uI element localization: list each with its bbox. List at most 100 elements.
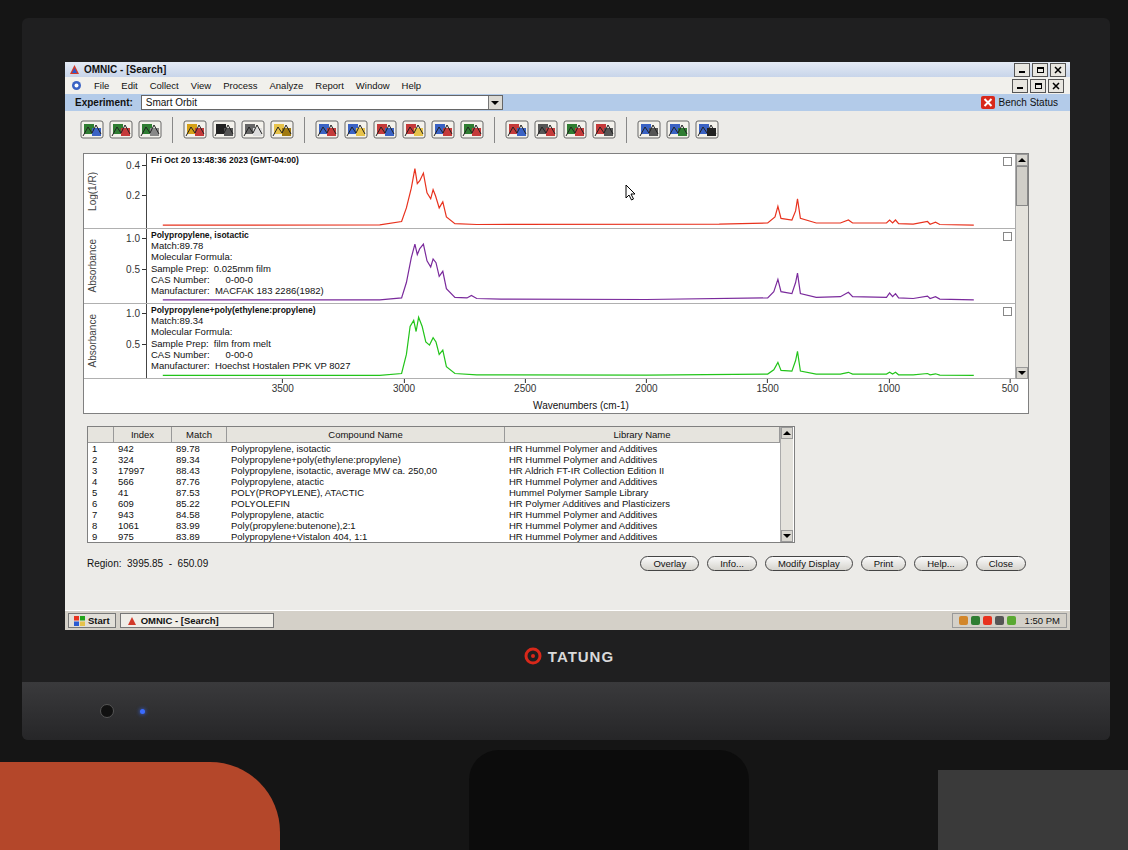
restore-button[interactable] <box>1032 63 1048 77</box>
collect-sample-icon[interactable] <box>79 118 105 142</box>
monitor-chin: TATUNG <box>22 630 1110 682</box>
library-search-icon[interactable] <box>533 118 559 142</box>
scroll-thumb[interactable] <box>1016 166 1028 206</box>
dialog-button[interactable]: Modify Display <box>765 556 853 571</box>
baseline-icon[interactable] <box>372 118 398 142</box>
x-tick: 3500 <box>272 379 294 394</box>
spectrum-pane[interactable]: Absorbance1.00.5Polypropylene+poly(ethyl… <box>84 304 1015 379</box>
child-minimize-button[interactable] <box>1012 79 1028 93</box>
spectrum-pane[interactable]: Absorbance1.00.5Polypropylene, isotactic… <box>84 229 1015 304</box>
table-row[interactable]: 194289.78Polypropylene, isotacticHR Humm… <box>88 443 780 454</box>
open-icon[interactable] <box>182 118 208 142</box>
pane-info-line: Molecular Formula: <box>151 251 324 262</box>
qcheck-icon[interactable] <box>562 118 588 142</box>
plot-area: Polypropylene, isotacticMatch:89.78Molec… <box>146 229 1015 303</box>
close-button[interactable] <box>1050 63 1066 77</box>
menu-item[interactable]: Report <box>315 80 344 91</box>
dialog-button[interactable]: Overlay <box>640 556 699 571</box>
y-axis-label: Absorbance <box>87 239 98 292</box>
plot-area: Fri Oct 20 13:48:36 2023 (GMT-04:00) <box>146 154 1015 228</box>
y-tick: 0.4 <box>126 160 146 171</box>
y-axis-label: Absorbance <box>87 314 98 367</box>
dialog-button[interactable]: Info... <box>707 556 757 571</box>
pane-info-line: Match:89.34 <box>151 315 350 326</box>
pane-select-box[interactable] <box>1003 157 1012 166</box>
table-row[interactable]: 794384.58Polypropylene, atacticHR Hummel… <box>88 509 780 520</box>
scroll-up-icon <box>1018 158 1026 162</box>
pane-info: Fri Oct 20 13:48:36 2023 (GMT-04:00) <box>151 155 299 165</box>
column-header[interactable] <box>88 427 114 443</box>
table-scrollbar[interactable] <box>780 427 793 542</box>
table-row[interactable]: 31799788.43Polypropylene, isotactic, ave… <box>88 465 780 476</box>
mail-icon[interactable] <box>269 118 295 142</box>
pane-select-box[interactable] <box>1003 232 1012 241</box>
column-header[interactable]: Match <box>172 427 227 443</box>
bench-status[interactable]: Bench Status <box>981 96 1064 109</box>
pane-info-line: Molecular Formula: <box>151 326 350 337</box>
start-button[interactable]: Start <box>68 613 116 628</box>
table-row[interactable]: 8106183.99Poly(propylene:butenone),2:1HR… <box>88 520 780 531</box>
minimize-button[interactable] <box>1014 63 1030 77</box>
column-header[interactable]: Compound Name <box>227 427 505 443</box>
quant-icon[interactable] <box>591 118 617 142</box>
menu-item[interactable]: Collect <box>150 80 179 91</box>
peaks-icon[interactable] <box>459 118 485 142</box>
save-icon[interactable] <box>211 118 237 142</box>
menu-item[interactable]: Edit <box>121 80 137 91</box>
brand-label: TATUNG <box>548 648 614 665</box>
y-tick: 0.5 <box>126 264 146 275</box>
x-tick: 1500 <box>757 379 779 394</box>
menu-item[interactable]: Help <box>402 80 422 91</box>
tray-volume-icon[interactable] <box>995 616 1004 625</box>
table-row[interactable]: 54187.53POLY(PROPYLENE), ATACTICHummel P… <box>88 487 780 498</box>
dialog-button[interactable]: Close <box>976 556 1026 571</box>
table-row[interactable]: 232489.34Polypropylene+poly(ethylene:pro… <box>88 454 780 465</box>
report-icon[interactable] <box>636 118 662 142</box>
pane-select-box[interactable] <box>1003 307 1012 316</box>
column-header[interactable]: Library Name <box>505 427 780 443</box>
tatung-logo-icon <box>524 647 542 665</box>
power-button[interactable] <box>100 704 114 718</box>
menu-item[interactable]: View <box>191 80 211 91</box>
omnic-app-icon <box>69 64 80 75</box>
offset-icon[interactable] <box>430 118 456 142</box>
tray-security-icon[interactable] <box>971 616 980 625</box>
x-tick: 2500 <box>514 379 536 394</box>
print-icon[interactable] <box>240 118 266 142</box>
template-icon[interactable] <box>665 118 691 142</box>
search-icon[interactable] <box>504 118 530 142</box>
pane-info-line: Sample Prep: film from melt <box>151 338 350 349</box>
menu-bar: File Edit Collect View Process Analyze Report W… <box>65 77 1070 94</box>
monitor: OMNIC - [Search] File Edit Collect View Proce… <box>22 18 1110 740</box>
pane-info: Polypropylene+poly(ethylene:propylene)Ma… <box>151 305 350 371</box>
y-tick: 0.2 <box>126 190 146 201</box>
table-row[interactable]: 456687.76Polypropylene, atacticHR Hummel… <box>88 476 780 487</box>
tray-update-icon[interactable] <box>983 616 992 625</box>
experiment-dropdown[interactable]: Smart Orbit <box>141 95 503 110</box>
collect-background-icon[interactable] <box>108 118 134 142</box>
menu-item[interactable]: Process <box>223 80 257 91</box>
dialog-button[interactable]: Help... <box>914 556 967 571</box>
tray-network-icon[interactable] <box>959 616 968 625</box>
spectrum-scrollbar[interactable] <box>1015 154 1028 379</box>
child-restore-button[interactable] <box>1030 79 1046 93</box>
y-tick: 1.0 <box>126 308 146 319</box>
experiment-setup-icon[interactable] <box>137 118 163 142</box>
child-close-button[interactable] <box>1048 79 1064 93</box>
tray-app-icon[interactable] <box>1007 616 1016 625</box>
menu-item[interactable]: Analyze <box>269 80 303 91</box>
dialog-button[interactable]: Print <box>861 556 907 571</box>
stack-icon[interactable] <box>401 118 427 142</box>
pane-heading: Fri Oct 20 13:48:36 2023 (GMT-04:00) <box>151 155 299 165</box>
column-header[interactable]: Index <box>114 427 172 443</box>
taskbar-item[interactable]: OMNIC - [Search] <box>120 613 274 628</box>
display-limits-icon[interactable] <box>314 118 340 142</box>
menu-item[interactable]: Window <box>356 80 390 91</box>
menu-item[interactable]: File <box>94 80 109 91</box>
spectrum-pane[interactable]: Log(1/R)0.40.2Fri Oct 20 13:48:36 2023 (… <box>84 154 1015 229</box>
table-row[interactable]: 997583.89Polypropylene+Vistalon 404, 1:1… <box>88 531 780 542</box>
notebook-icon[interactable] <box>694 118 720 142</box>
y-axis: Log(1/R)0.40.2 <box>84 154 146 228</box>
table-row[interactable]: 660985.22POLYOLEFINHR Polymer Additives … <box>88 498 780 509</box>
scale-icon[interactable] <box>343 118 369 142</box>
